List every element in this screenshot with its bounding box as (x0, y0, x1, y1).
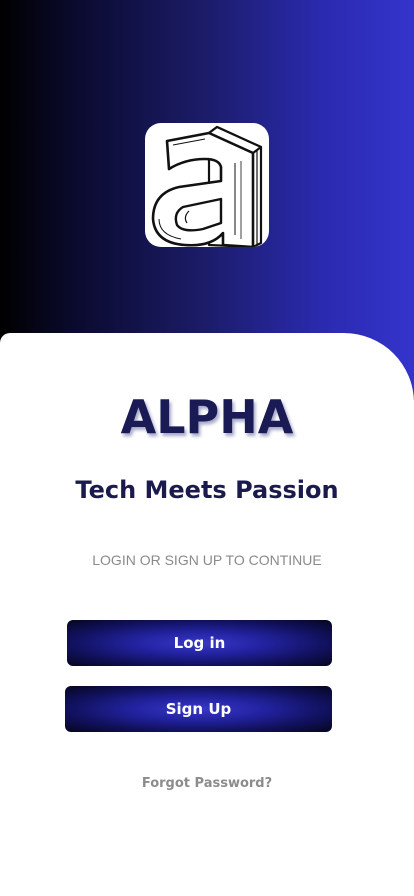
signup-button-label: Sign Up (165, 700, 232, 718)
brand-tagline: Tech Meets Passion (75, 476, 339, 504)
welcome-screen: ALPHA Tech Meets Passion LOGIN OR SIGN U… (0, 0, 414, 896)
app-logo (145, 123, 269, 247)
login-button-label: Log in (173, 634, 226, 652)
brand-title: ALPHA (120, 390, 294, 444)
signup-button[interactable]: Sign Up (65, 686, 332, 732)
forgot-password-link[interactable]: Forgot Password? (0, 776, 414, 791)
login-button[interactable]: Log in (67, 620, 332, 666)
alpha-a-logo-icon (151, 125, 263, 247)
auth-hint: LOGIN OR SIGN UP TO CONTINUE (92, 552, 322, 568)
